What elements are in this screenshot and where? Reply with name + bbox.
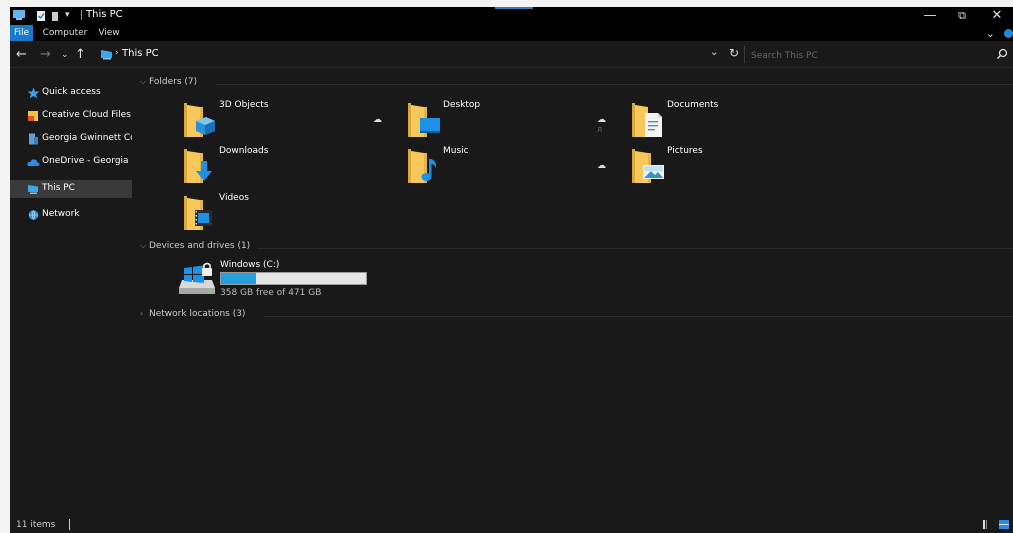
- tab-file[interactable]: File: [10, 25, 33, 41]
- sidebar-item-this-pc[interactable]: This PC: [10, 180, 132, 198]
- expand-chevron-icon: ›: [140, 309, 144, 318]
- drive-usage-bar: [220, 272, 367, 285]
- folder-tile-music[interactable]: Music ☁: [364, 145, 606, 185]
- status-bar: 11 items: [10, 516, 1013, 533]
- customize-quick-access-icon[interactable]: ▾: [65, 10, 70, 22]
- group-header-network-locations[interactable]: › Network locations (3): [140, 309, 1013, 323]
- music-folder-icon: [408, 149, 437, 183]
- group-label: Folders (7): [149, 77, 198, 87]
- group-label: Devices and drives (1): [149, 241, 251, 251]
- breadcrumb-chevron-icon: ›: [115, 48, 119, 58]
- back-button[interactable]: ←: [16, 47, 27, 62]
- folder-name: Music: [443, 146, 469, 156]
- item-count: 11 items: [16, 520, 56, 530]
- sidebar-item-network[interactable]: Network: [10, 206, 132, 224]
- star-icon: [27, 87, 40, 99]
- group-divider: [216, 84, 1013, 85]
- folder-tile-desktop[interactable]: Desktop ☁ ᴙ: [364, 99, 606, 139]
- sidebar-item-label: Quick access: [42, 87, 101, 97]
- large-icons-view-icon[interactable]: [998, 519, 1010, 530]
- folder-tile-pictures[interactable]: Pictures: [588, 145, 798, 185]
- navigation-bar: ← → ⌄ ↑ › This PC ⌄ ↻: [10, 43, 1013, 68]
- creative-cloud-folder-icon: [28, 111, 38, 121]
- search-box[interactable]: [744, 46, 1013, 65]
- sidebar-item-quick-access[interactable]: Quick access: [10, 84, 132, 102]
- focus-accent-bar: [495, 7, 533, 9]
- sidebar-item-label: OneDrive - Georgia G: [42, 156, 132, 166]
- windows-drive-icon: [179, 262, 215, 294]
- address-history-icon[interactable]: ⌄: [710, 47, 718, 58]
- pictures-folder-icon: [632, 149, 664, 183]
- restore-button[interactable]: ⧉: [946, 7, 978, 25]
- folder-name: Documents: [667, 100, 719, 110]
- downloads-folder-icon: [184, 149, 212, 183]
- drive-free-space: 358 GB free of 471 GB: [220, 288, 322, 298]
- new-folder-icon[interactable]: [51, 10, 59, 22]
- search-icon[interactable]: [996, 48, 1008, 60]
- search-input[interactable]: [745, 46, 993, 65]
- details-view-icon[interactable]: [982, 519, 994, 530]
- address-bar[interactable]: › This PC ⌄ ↻: [100, 46, 744, 63]
- network-icon: [28, 210, 39, 220]
- title-bar: ▾ This PC — ⧉ ✕: [10, 7, 1013, 25]
- sidebar-item-georgia-gwinnett[interactable]: Georgia Gwinnett Col: [10, 130, 132, 148]
- collapse-chevron-icon: ⌵: [140, 77, 147, 86]
- drive-name: Windows (C:): [220, 260, 280, 270]
- properties-icon[interactable]: [36, 10, 46, 22]
- ribbon-tabs: File Computer View ⌄: [10, 25, 1013, 41]
- drive-tile-windows-c[interactable]: Windows (C:) 358 GB free of 471 GB: [178, 260, 418, 302]
- 3d-objects-folder-icon: [184, 103, 215, 137]
- navigation-pane: Quick access Creative Cloud Files Georgi…: [10, 76, 132, 516]
- refresh-icon[interactable]: ↻: [729, 46, 739, 60]
- building-icon: [29, 133, 38, 145]
- up-button[interactable]: ↑: [75, 47, 86, 62]
- this-pc-icon: [28, 185, 38, 194]
- desktop-folder-icon: [408, 103, 440, 137]
- forward-button[interactable]: →: [40, 47, 51, 62]
- this-pc-icon: [101, 50, 112, 60]
- group-header-devices-and-drives[interactable]: ⌵ Devices and drives (1): [140, 241, 1013, 255]
- group-label: Network locations (3): [149, 309, 246, 319]
- close-button[interactable]: ✕: [981, 7, 1013, 25]
- breadcrumb-this-pc[interactable]: This PC: [122, 48, 159, 59]
- sidebar-item-creative-cloud-files[interactable]: Creative Cloud Files: [10, 107, 132, 125]
- group-divider: [264, 316, 1013, 317]
- folder-name: Pictures: [667, 146, 703, 156]
- folder-tile-downloads[interactable]: Downloads: [140, 145, 350, 185]
- drive-usage-fill: [221, 273, 256, 284]
- minimize-button[interactable]: —: [914, 7, 946, 25]
- onedrive-cloud-icon: [27, 159, 40, 166]
- folder-name: Videos: [219, 193, 249, 203]
- folder-tile-3d-objects[interactable]: 3D Objects ☁: [140, 99, 382, 139]
- collapse-chevron-icon: ⌵: [140, 241, 147, 250]
- tab-computer[interactable]: Computer: [40, 25, 90, 41]
- sidebar-item-label: Network: [42, 209, 80, 219]
- window-title: This PC: [86, 9, 123, 20]
- group-header-folders[interactable]: ⌵ Folders (7): [140, 77, 1013, 91]
- documents-folder-icon: [632, 103, 662, 137]
- folder-name: 3D Objects: [219, 100, 269, 110]
- videos-folder-icon: [184, 196, 212, 230]
- folder-tile-videos[interactable]: Videos: [140, 192, 350, 232]
- sidebar-item-label: Georgia Gwinnett Col: [42, 133, 132, 143]
- sidebar-item-label: This PC: [42, 183, 75, 193]
- this-pc-app-icon[interactable]: [12, 9, 26, 21]
- help-icon[interactable]: [1004, 29, 1013, 38]
- group-divider: [258, 248, 1013, 249]
- folder-tile-documents[interactable]: Documents: [588, 99, 798, 139]
- sidebar-item-label: Creative Cloud Files: [42, 110, 131, 120]
- explorer-window: ▾ This PC — ⧉ ✕ File Computer View ⌄ ← →…: [10, 7, 1013, 533]
- sidebar-item-onedrive[interactable]: OneDrive - Georgia G: [10, 153, 132, 171]
- folder-name: Desktop: [443, 100, 481, 110]
- status-separator: [69, 519, 70, 530]
- recent-locations-icon[interactable]: ⌄: [61, 50, 69, 60]
- tab-view[interactable]: View: [92, 25, 126, 41]
- folder-name: Downloads: [219, 146, 269, 156]
- expand-ribbon-icon[interactable]: ⌄: [986, 27, 995, 40]
- content-pane: ⌵ Folders (7) 3D Objects ☁ Desktop ☁ ᴙ D…: [140, 75, 1013, 515]
- title-separator: [81, 10, 82, 20]
